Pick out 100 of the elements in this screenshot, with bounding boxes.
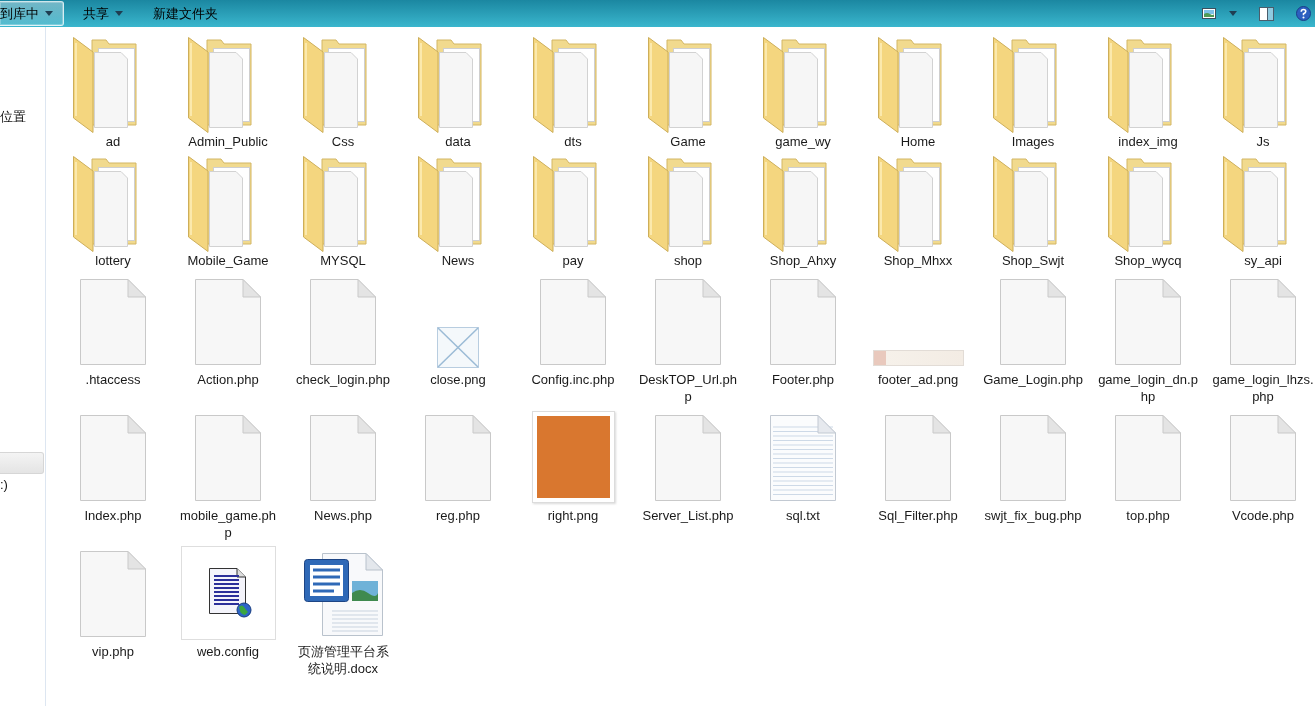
file-name[interactable]: Game_Login.php (982, 371, 1084, 388)
file-name[interactable]: web.config (177, 643, 279, 660)
file-icon[interactable] (1230, 279, 1296, 365)
file-name[interactable]: Action.php (177, 371, 279, 388)
folder-icon[interactable] (993, 156, 1059, 252)
file-name[interactable]: dts (522, 133, 624, 150)
nav-item[interactable]: 位置 (0, 108, 45, 126)
document-icon[interactable] (303, 553, 383, 636)
text-file-icon[interactable] (770, 415, 836, 501)
file-name[interactable]: .htaccess (62, 371, 164, 388)
folder-icon[interactable] (188, 37, 254, 133)
folder-icon[interactable] (533, 37, 599, 133)
caret-icon[interactable] (1229, 11, 1237, 16)
nav-item[interactable] (0, 452, 44, 474)
folder-icon[interactable] (188, 156, 254, 252)
file-name[interactable]: footer_ad.png (867, 371, 969, 388)
file-icon[interactable] (80, 279, 146, 365)
file-icon[interactable] (1000, 415, 1066, 501)
file-name[interactable]: reg.php (407, 507, 509, 524)
folder-icon[interactable] (993, 37, 1059, 133)
folder-icon[interactable] (1108, 37, 1174, 133)
toolbar-button[interactable]: 共享 (72, 1, 134, 26)
file-name[interactable]: game_wy (752, 133, 854, 150)
folder-icon[interactable] (1223, 37, 1289, 133)
file-name[interactable]: mobile_game.php (177, 507, 279, 541)
folder-icon[interactable] (1108, 156, 1174, 252)
folder-icon[interactable] (878, 156, 944, 252)
file-name[interactable]: Shop_Mhxx (867, 252, 969, 269)
file-name[interactable]: lottery (62, 252, 164, 269)
file-icon[interactable] (885, 415, 951, 501)
file-name[interactable]: MYSQL (292, 252, 394, 269)
file-name[interactable]: game_login_lhzs.php (1212, 371, 1314, 405)
help-icon[interactable] (1296, 6, 1311, 21)
banner-placeholder[interactable] (872, 350, 964, 366)
file-name[interactable]: Sql_Filter.php (867, 507, 969, 524)
file-name[interactable]: sy_api (1212, 252, 1314, 269)
file-name[interactable]: index_img (1097, 133, 1199, 150)
file-name[interactable]: right.png (522, 507, 624, 524)
folder-icon[interactable] (418, 156, 484, 252)
folder-icon[interactable] (418, 37, 484, 133)
folder-icon[interactable] (73, 156, 139, 252)
file-icon[interactable] (1230, 415, 1296, 501)
file-name[interactable]: Vcode.php (1212, 507, 1314, 524)
file-icon[interactable] (310, 415, 376, 501)
file-name[interactable]: ad (62, 133, 164, 150)
file-name[interactable]: Config.inc.php (522, 371, 624, 388)
file-name[interactable]: vip.php (62, 643, 164, 660)
photo-placeholder[interactable] (531, 411, 615, 503)
file-name[interactable]: Js (1212, 133, 1314, 150)
file-name[interactable]: Images (982, 133, 1084, 150)
folder-icon[interactable] (303, 156, 369, 252)
file-name[interactable]: close.png (407, 371, 509, 388)
folder-icon[interactable] (763, 156, 829, 252)
file-icon[interactable] (195, 279, 261, 365)
file-name[interactable]: Shop_Swjt (982, 252, 1084, 269)
file-name[interactable]: Home (867, 133, 969, 150)
document-globe-icon[interactable] (180, 546, 276, 640)
file-icon[interactable] (1000, 279, 1066, 365)
file-name[interactable]: Admin_Public (177, 133, 279, 150)
file-icon[interactable] (770, 279, 836, 365)
folder-icon[interactable] (763, 37, 829, 133)
file-icon[interactable] (655, 279, 721, 365)
file-name[interactable]: News.php (292, 507, 394, 524)
file-name[interactable]: pay (522, 252, 624, 269)
file-name[interactable]: shop (637, 252, 739, 269)
view-icon[interactable] (1202, 8, 1216, 19)
file-icon[interactable] (80, 551, 146, 637)
file-icon[interactable] (425, 415, 491, 501)
file-icon[interactable] (310, 279, 376, 365)
file-name[interactable]: top.php (1097, 507, 1199, 524)
file-name[interactable]: sql.txt (752, 507, 854, 524)
folder-icon[interactable] (73, 37, 139, 133)
file-name[interactable]: Mobile_Game (177, 252, 279, 269)
folder-icon[interactable] (648, 156, 714, 252)
file-name[interactable]: News (407, 252, 509, 269)
file-name[interactable]: Shop_wycq (1097, 252, 1199, 269)
folder-icon[interactable] (533, 156, 599, 252)
file-name[interactable]: Index.php (62, 507, 164, 524)
file-name[interactable]: Server_List.php (637, 507, 739, 524)
file-name[interactable]: 页游管理平台系统说明.docx (292, 643, 394, 677)
file-name[interactable]: Footer.php (752, 371, 854, 388)
preview-pane-icon[interactable] (1259, 6, 1274, 21)
file-name[interactable]: check_login.php (292, 371, 394, 388)
nav-item[interactable]: :) (0, 476, 45, 494)
file-icon[interactable] (1115, 415, 1181, 501)
folder-icon[interactable] (878, 37, 944, 133)
file-name[interactable]: swjt_fix_bug.php (982, 507, 1084, 524)
file-icon[interactable] (1115, 279, 1181, 365)
file-icon[interactable] (655, 415, 721, 501)
file-name[interactable]: game_login_dn.php (1097, 371, 1199, 405)
file-name[interactable]: data (407, 133, 509, 150)
toolbar-button[interactable]: 新建文件夹 (142, 1, 229, 26)
file-icon[interactable] (540, 279, 606, 365)
file-icon[interactable] (80, 415, 146, 501)
toolbar-button[interactable]: 到库中 (0, 1, 64, 26)
cross-box-icon[interactable] (437, 327, 479, 368)
folder-icon[interactable] (1223, 156, 1289, 252)
file-name[interactable]: Css (292, 133, 394, 150)
file-name[interactable]: Game (637, 133, 739, 150)
folder-icon[interactable] (648, 37, 714, 133)
